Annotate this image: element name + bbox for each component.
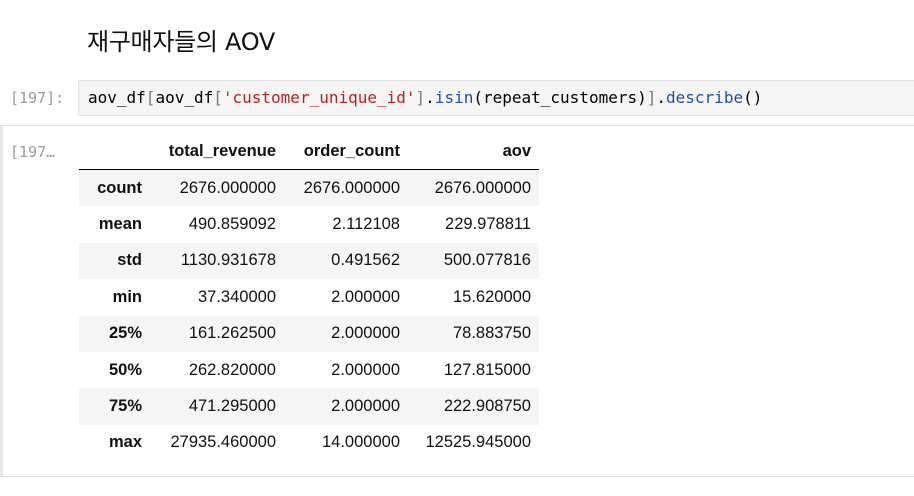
table-cell: 37.340000 [198,287,276,306]
code-token: (repeat_customers) [473,88,647,107]
row-label: 75% [108,397,142,416]
table-row: min 37.340000 2.000000 15.620000 [79,279,539,315]
table-cell: 2.000000 [331,360,400,379]
row-label: min [112,287,142,306]
table-row: count 2676.000000 2676.000000 2676.00000… [79,169,539,207]
table-row: mean 490.859092 2.112108 229.978811 [79,206,539,242]
table-cell: 2.000000 [331,287,400,306]
table-row: max 27935.460000 14.000000 12525.945000 [79,425,539,461]
table-cell: 1130.931678 [180,251,276,270]
table-cell: 262.820000 [188,360,276,379]
table-row: std 1130.931678 0.491562 500.077816 [79,242,539,280]
table-row: 75% 471.295000 2.000000 222.908750 [79,388,539,425]
code-token: . [425,88,435,107]
input-prompt: [197]: [10,89,65,107]
code-token: aov_df [88,88,146,107]
code-token: [ [145,88,156,107]
row-label: max [108,433,142,452]
table-cell: 15.620000 [453,287,531,306]
code-token: . [656,88,667,107]
table-cell: 500.077816 [443,251,531,270]
table-cell: 2676.000000 [303,178,400,197]
row-label: 25% [108,324,142,343]
code-method-token: describe [666,88,744,107]
table-cell: 2676.000000 [179,178,276,197]
table-cell: 12525.945000 [425,433,531,452]
table-cell: 27935.460000 [170,433,276,452]
table-header-row: total_revenue order_count aov [79,133,539,170]
column-header-order-count: order_count [284,133,408,170]
code-string-token: 'customer_unique_id' [222,88,416,107]
table-cell: 2.000000 [331,397,400,416]
table-cell: 78.883750 [453,324,531,343]
table-cell: 161.262500 [188,324,276,343]
table-cell: 0.491562 [331,251,400,270]
table-cell: 471.295000 [188,397,276,416]
table-cell: 2676.000000 [434,178,531,197]
table-cell: 14.000000 [322,433,400,452]
column-header-aov: aov [408,133,539,170]
code-token: aov_df [155,88,214,107]
table-cell: 229.978811 [445,215,531,234]
row-label: std [117,251,142,270]
dataframe-table: total_revenue order_count aov count 2676… [79,133,539,461]
table-cell: 222.908750 [443,397,531,416]
column-header-index [79,133,150,170]
table-cell: 490.859092 [188,215,276,234]
markdown-heading: 재구매자들의 AOV [87,28,275,56]
table-row: 50% 262.820000 2.000000 127.815000 [79,352,539,388]
table-cell: 127.815000 [443,360,531,379]
code-token: ] [646,88,657,107]
row-label: 50% [108,360,142,379]
code-token: ] [415,88,426,107]
code-input-cell[interactable]: aov_df[aov_df['customer_unique_id'].isin… [78,80,914,116]
code-method-token: isin [434,88,474,107]
row-label: count [97,178,142,197]
table-row: 25% 161.262500 2.000000 78.883750 [79,315,539,352]
table-cell: 2.000000 [331,324,400,343]
code-token: [ [213,88,223,107]
table-cell: 2.112108 [332,215,400,234]
row-label: mean [98,215,142,234]
code-token: () [743,88,763,107]
output-prompt: [197… [10,143,56,161]
column-header-total-revenue: total_revenue [150,133,284,170]
